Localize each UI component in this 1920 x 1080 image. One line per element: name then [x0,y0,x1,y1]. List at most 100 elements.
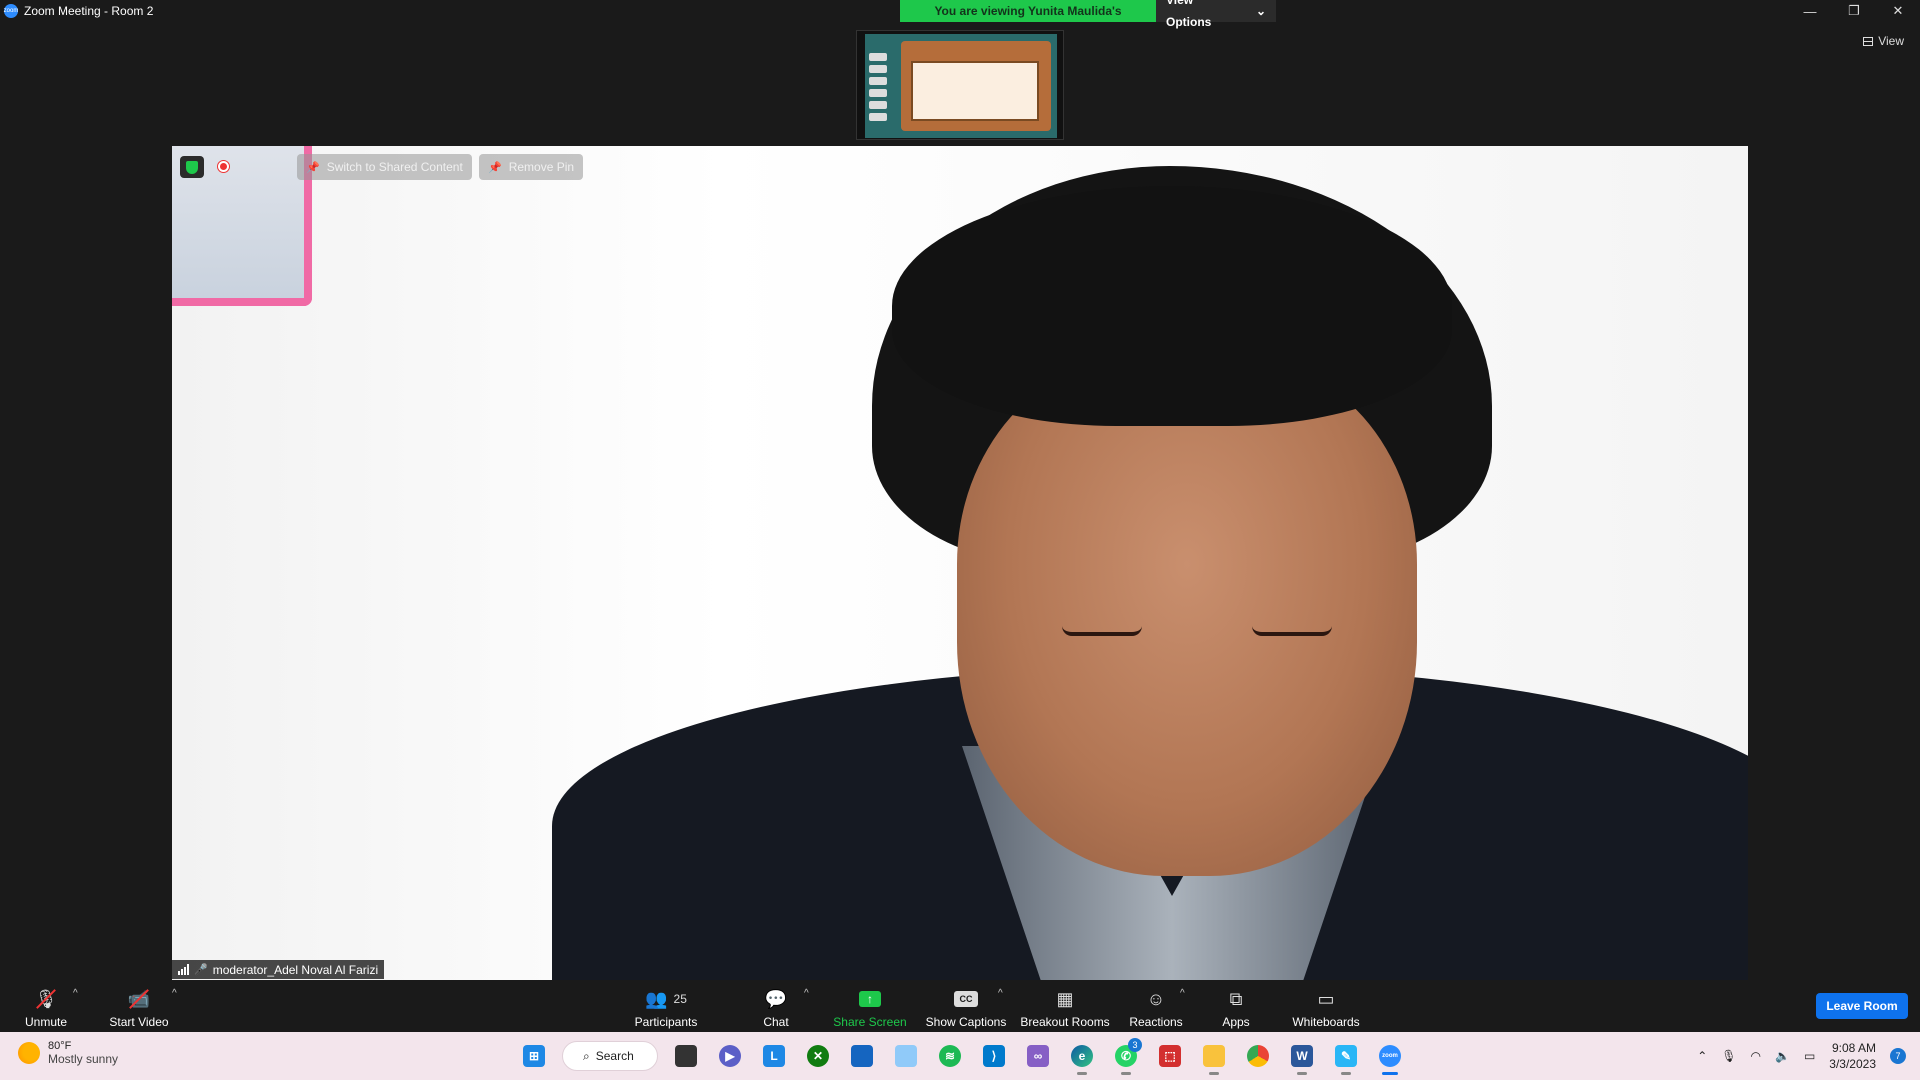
word-button[interactable]: W [1286,1040,1318,1075]
captions-options-caret[interactable]: ^ [998,988,1003,999]
weather-description: Mostly sunny [48,1052,119,1066]
signal-strength-icon [178,964,189,975]
spotify-button[interactable]: ≋ [934,1040,966,1072]
breakout-rooms-icon: ▦ [1056,988,1074,1009]
whiteboards-label: Whiteboards [1292,1015,1360,1029]
whiteboards-button[interactable]: ▭ Whiteboards [1290,982,1362,1032]
reactions-options-caret[interactable]: ^ [1180,988,1185,999]
chat-bubble-icon: 💬 [764,988,788,1009]
minimize-button[interactable]: — [1788,0,1832,22]
chat-label: Chat [763,1015,789,1029]
notification-badge[interactable]: 7 [1890,1048,1906,1064]
taskbar-apps: ⊞ ⌕ Search ▶ L ✕ ≋ ⟩ ∞ e ✆ 3 ⬚ W ✎ zoom [518,1038,1406,1075]
view-layout-button[interactable]: View [1863,34,1904,48]
weather-widget[interactable]: 80°F Mostly sunny [18,1040,118,1066]
windows-start-button[interactable]: ⊞ [518,1040,550,1072]
video-options-caret[interactable]: ^ [172,988,177,999]
zoom-taskbar-button[interactable]: zoom [1374,1040,1406,1075]
task-view-icon [675,1045,697,1067]
task-view-button[interactable] [670,1040,702,1072]
store-button[interactable] [846,1040,878,1072]
paint-icon: ✎ [1335,1045,1357,1067]
shared-screen-thumbnail[interactable] [856,30,1064,140]
spotify-icon: ≋ [939,1045,961,1067]
taskbar-clock[interactable]: 9:08 AM 3/3/2023 [1829,1040,1876,1072]
l-app-button[interactable]: L [758,1040,790,1072]
pin-icon: 📌 [306,161,320,174]
unpin-icon: 📌 [488,161,502,174]
edge-button[interactable]: e [1066,1040,1098,1075]
show-captions-button[interactable]: CC Show Captions [924,982,1008,1032]
screen-share-banner: You are viewing Yunita Maulida's screen … [900,0,1276,40]
zoom-app-icon: zoom [1379,1045,1401,1067]
participants-button[interactable]: 👥 25 Participants [628,982,704,1032]
teams-meet-icon: ▶ [719,1045,741,1067]
clock-time: 9:08 AM [1831,1041,1876,1055]
battery-icon[interactable]: ▭ [1804,1049,1815,1063]
view-options-button[interactable]: View Options ⌄ [1156,0,1276,29]
store-bag-icon [851,1045,873,1067]
paint-button[interactable]: ✎ [1330,1040,1362,1075]
weather-temperature: 80°F [48,1040,72,1052]
xbox-button[interactable]: ✕ [802,1040,834,1072]
participant-video[interactable] [172,146,1748,980]
start-video-button[interactable]: 📹 Start Video [104,982,174,1032]
video-camera-off-icon: 📹 [128,987,150,1011]
video-eye-left [1062,626,1142,636]
slide-content [911,61,1039,121]
video-fringe [892,186,1452,426]
pdf-app-button[interactable]: ⬚ [1154,1040,1186,1072]
wifi-icon[interactable]: ◠ [1751,1049,1761,1063]
reactions-label: Reactions [1129,1015,1183,1029]
share-screen-button[interactable]: ↑ Share Screen [830,982,910,1032]
whatsapp-button[interactable]: ✆ 3 [1110,1038,1142,1075]
encryption-shield-icon[interactable] [180,156,204,178]
apps-button[interactable]: ⧉ Apps [1218,982,1254,1032]
whatsapp-unread-badge: 3 [1128,1038,1142,1052]
switch-to-shared-content-button[interactable]: 📌 Switch to Shared Content [297,154,472,180]
remove-pin-button[interactable]: 📌 Remove Pin [479,154,584,180]
teams-meet-button[interactable]: ▶ [714,1040,746,1072]
close-button[interactable]: ✕ [1876,0,1920,22]
chrome-icon [1247,1045,1269,1067]
chat-button[interactable]: 💬 Chat [754,982,798,1032]
recording-icon [217,160,230,173]
unmute-label: Unmute [24,1015,68,1029]
photos-icon [895,1045,917,1067]
leave-room-button[interactable]: Leave Room [1816,993,1908,1019]
chrome-button[interactable] [1242,1040,1274,1072]
restore-button[interactable]: ❐ [1832,0,1876,22]
participants-label: Participants [634,1015,698,1029]
xbox-icon: ✕ [807,1045,829,1067]
apps-label: Apps [1222,1015,1250,1029]
breakout-rooms-label: Breakout Rooms [1020,1015,1110,1029]
vscode-icon: ⟩ [983,1045,1005,1067]
vscode-button[interactable]: ⟩ [978,1040,1010,1072]
participant-name: moderator_Adel Noval Al Farizi [212,962,379,977]
volume-icon[interactable]: 🔈 [1775,1049,1790,1063]
unmute-button[interactable]: 🎙 Unmute [18,982,74,1032]
taskbar-search[interactable]: ⌕ Search [562,1041,658,1071]
photos-button[interactable] [890,1040,922,1072]
closed-captions-icon: CC [954,987,978,1011]
zoom-logo-icon: zoom [4,4,18,18]
smiley-icon: ☺ [1146,988,1166,1009]
window-title: Zoom Meeting - Room 2 [24,4,154,18]
visual-studio-button[interactable]: ∞ [1022,1040,1054,1072]
remove-pin-label: Remove Pin [508,160,575,174]
chevron-up-icon[interactable]: ⌃ [1697,1049,1707,1063]
view-options-label: View Options [1166,0,1212,29]
chat-options-caret[interactable]: ^ [804,988,809,999]
file-explorer-button[interactable] [1198,1040,1230,1075]
view-layout-label: View [1878,34,1904,48]
reactions-button[interactable]: ☺ Reactions [1126,982,1186,1032]
word-icon: W [1291,1045,1313,1067]
chevron-down-icon: ⌄ [1255,4,1266,18]
video-face [957,356,1417,876]
audio-options-caret[interactable]: ^ [73,988,78,999]
system-tray: ⌃ 🎙 ◠ 🔈 ▭ 9:08 AM 3/3/2023 7 [1697,1032,1920,1080]
apps-icon: ⧉ [1229,988,1243,1009]
microphone-icon[interactable]: 🎙 [1721,1049,1736,1063]
microphone-muted-icon: 🎙 [35,987,57,1011]
breakout-rooms-button[interactable]: ▦ Breakout Rooms [1020,982,1110,1032]
